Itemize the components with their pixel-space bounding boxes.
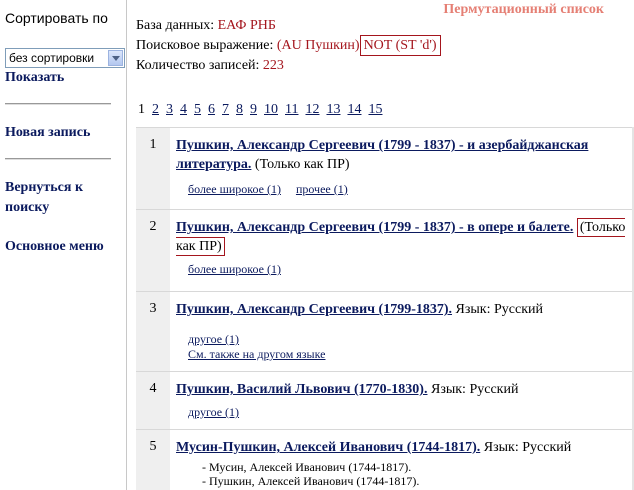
record-row: 4 Пушкин, Василий Львович (1770-1830). Я… [136, 371, 634, 429]
record-number: 4 [136, 372, 170, 429]
record-suffix: (Только как ПР) [254, 157, 350, 172]
sidebar: Сортировать по без сортировки Показать Н… [0, 0, 127, 490]
page-link[interactable]: 2 [152, 102, 159, 117]
record-suffix: Язык: Русский [455, 302, 543, 317]
show-button[interactable]: Показать [5, 68, 123, 88]
record-title-link[interactable]: Пушкин, Василий Львович (1770-1830). [176, 382, 427, 397]
database-label: База данных: [136, 18, 215, 33]
page-link[interactable]: 5 [194, 102, 201, 117]
count-line: Количество записей: 223 [136, 57, 284, 75]
page-link[interactable]: 4 [180, 102, 187, 117]
page-link[interactable]: 10 [264, 102, 278, 117]
record-suffix: Язык: Русский [430, 382, 519, 397]
new-record-link[interactable]: Новая запись [5, 123, 123, 143]
record-number: 1 [136, 128, 170, 209]
query-value: (AU Пушкин) [276, 38, 360, 53]
page-link[interactable]: 11 [285, 102, 298, 117]
page-link[interactable]: 8 [236, 102, 243, 117]
count-value: 223 [262, 58, 284, 73]
query-label: Поисковое выражение: [136, 38, 274, 53]
record-title-link[interactable]: Пушкин, Александр Сергеевич (1799 - 1837… [176, 138, 588, 172]
sort-select[interactable]: без сортировки [5, 48, 125, 68]
permutation-list-title: Пермутационный список [443, 2, 604, 17]
page-link[interactable]: 6 [208, 102, 215, 117]
sidebar-divider [5, 158, 111, 160]
page-link[interactable]: 13 [326, 102, 340, 117]
page-current: 1 [138, 102, 145, 117]
record-row: 5 Мусин-Пушкин, Алексей Иванович (1744-1… [136, 429, 634, 490]
broader-link[interactable]: более широкое (1) [188, 262, 281, 276]
query-line: Поисковое выражение: (AU Пушкин) NOT (ST … [136, 35, 441, 56]
record-row: 2 Пушкин, Александр Сергеевич (1799 - 18… [136, 209, 634, 291]
pagination: 1 2 3 4 5 6 7 8 9 10 11 12 13 14 15 [138, 102, 389, 118]
count-label: Количество записей: [136, 58, 260, 73]
page-link[interactable]: 9 [250, 102, 257, 117]
main-menu-link[interactable]: Основное меню [5, 237, 123, 257]
record-suffix: Язык: Русский [483, 440, 572, 455]
page-link[interactable]: 14 [347, 102, 361, 117]
other-link[interactable]: прочее (1) [296, 182, 348, 196]
sort-select-value: без сортировки [9, 51, 95, 65]
database-value: ЕАФ РНБ [217, 18, 276, 33]
variant-name: - Пушкин, Алексей Иванович (1744-1817). [202, 474, 420, 488]
back-to-search-link[interactable]: Вернуться к поиску [5, 178, 123, 218]
record-row: 1 Пушкин, Александр Сергеевич (1799 - 18… [136, 127, 634, 209]
page-link[interactable]: 3 [166, 102, 173, 117]
main-content: Пермутационный список База данных: ЕАФ Р… [136, 0, 634, 490]
broader-link[interactable]: более широкое (1) [188, 182, 281, 196]
record-title-link[interactable]: Мусин-Пушкин, Алексей Иванович (1744-181… [176, 440, 480, 455]
other-link[interactable]: другое (1) [188, 332, 239, 346]
query-extra: NOT (ST 'd') [359, 35, 441, 56]
record-number: 2 [136, 210, 170, 291]
record-number: 3 [136, 292, 170, 371]
page-link[interactable]: 15 [368, 102, 382, 117]
see-also-link[interactable]: См. также на другом языке [188, 347, 325, 361]
page-link[interactable]: 7 [222, 102, 229, 117]
record-title-link[interactable]: Пушкин, Александр Сергеевич (1799 - 1837… [176, 220, 573, 235]
other-link[interactable]: другое (1) [188, 405, 239, 419]
record-number: 5 [136, 430, 170, 490]
page-link[interactable]: 12 [305, 102, 319, 117]
chevron-down-icon[interactable] [108, 50, 123, 66]
sort-label: Сортировать по [5, 10, 108, 26]
database-line: База данных: ЕАФ РНБ [136, 17, 276, 35]
record-title-link[interactable]: Пушкин, Александр Сергеевич (1799-1837). [176, 302, 452, 317]
sidebar-divider [5, 103, 111, 105]
record-row: 3 Пушкин, Александр Сергеевич (1799-1837… [136, 291, 634, 371]
variant-name: - Мусин, Алексей Иванович (1744-1817). [202, 460, 412, 474]
